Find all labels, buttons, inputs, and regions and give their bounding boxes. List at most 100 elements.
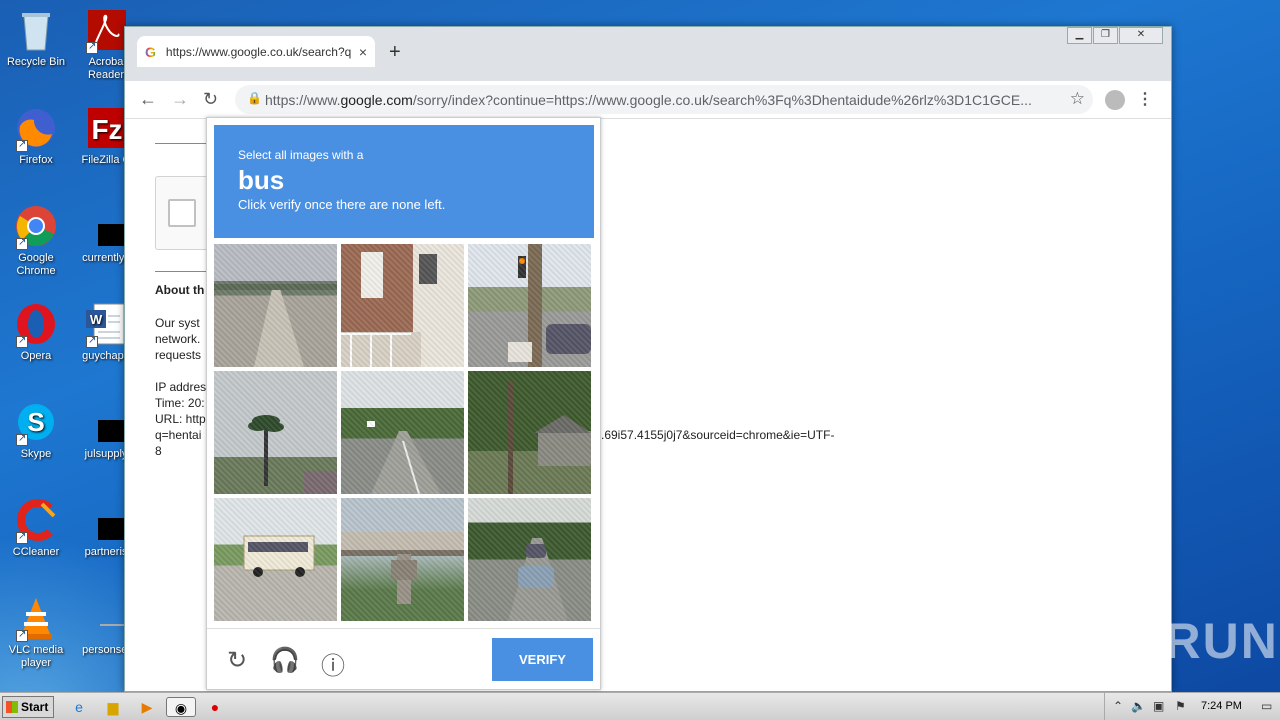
captcha-tile[interactable] — [341, 371, 464, 494]
shortcut-arrow-icon — [86, 334, 98, 348]
url-tail-text: .69i57.4155j0j7&sourceid=chrome&ie=UTF- — [601, 428, 835, 442]
image-grid — [214, 244, 592, 621]
minimize-icon[interactable]: ▁ — [1067, 27, 1092, 44]
desktop-icon-ccleaner[interactable]: CCleaner — [2, 498, 70, 559]
skype-icon: S — [14, 400, 58, 446]
desktop-icon-label: Google Chrome — [16, 252, 56, 277]
redacted-icon — [84, 498, 138, 542]
desktop-icon-label: Firefox — [19, 154, 53, 166]
captcha-tile[interactable] — [214, 498, 337, 621]
recaptcha-checkbox[interactable] — [168, 199, 196, 227]
svg-text:W: W — [90, 312, 103, 327]
shortcut-arrow-icon — [16, 530, 28, 544]
shortcut-arrow-icon — [16, 628, 28, 642]
captcha-tile[interactable] — [214, 244, 337, 367]
chrome-icon — [14, 204, 58, 250]
lock-icon: 🔒 — [247, 91, 262, 105]
google-favicon-icon: G — [145, 43, 156, 60]
address-bar[interactable]: 🔒 https://www.google.com/sorry/index?con… — [235, 85, 1093, 114]
new-tab-button[interactable]: + — [389, 41, 401, 64]
redacted-icon — [84, 596, 136, 640]
firefox-icon — [14, 106, 58, 152]
media-player-icon[interactable]: ▶ — [136, 697, 158, 717]
shortcut-arrow-icon — [16, 334, 28, 348]
tab-close-icon[interactable]: × — [359, 44, 367, 60]
filezilla-icon: Fz — [84, 106, 128, 150]
anyrun-watermark: ANY RUN — [1038, 613, 1279, 669]
desktop-icon-skype[interactable]: S Skype — [2, 400, 70, 461]
captcha-tile[interactable] — [468, 371, 591, 494]
challenge-header: Select all images with a bus Click verif… — [214, 125, 594, 238]
opera-icon — [14, 302, 58, 348]
verify-button[interactable]: VERIFY — [492, 638, 593, 681]
window-controls: ▁ ❐ ✕ — [1066, 27, 1163, 44]
audio-challenge-icon[interactable]: 🎧 — [270, 646, 300, 675]
target-object: bus — [238, 165, 285, 195]
ie-icon[interactable]: e — [68, 697, 90, 717]
action-center-flag-icon[interactable]: ⚑ — [1175, 699, 1186, 713]
url-path: /sorry/index?continue=https://www.google… — [412, 91, 1032, 108]
desktop-icon-chrome[interactable]: Google Chrome — [2, 204, 70, 278]
desktop-icon-recycle-bin[interactable]: Recycle Bin — [2, 8, 70, 69]
desktop-icon-label: VLC media player — [8, 644, 64, 669]
browser-tab[interactable]: G https://www.google.co.uk/search?q × — [137, 36, 375, 67]
network-icon[interactable]: ▣ — [1153, 699, 1164, 713]
bookmark-star-icon[interactable]: ☆ — [1070, 89, 1085, 109]
reload-challenge-icon[interactable]: ↻ — [222, 646, 252, 675]
vlc-icon — [14, 596, 58, 642]
chrome-taskbar-icon[interactable]: ◉ — [166, 697, 196, 717]
svg-text:Fz: Fz — [91, 114, 122, 145]
browser-toolbar: ← → ↻ 🔒 https://www.google.com/sorry/ind… — [125, 81, 1171, 119]
shortcut-arrow-icon — [16, 138, 28, 152]
captcha-tile[interactable] — [341, 244, 464, 367]
url-host: google.com — [340, 91, 413, 108]
about-heading: About th — [155, 283, 205, 297]
desktop-icon-label: Opera — [20, 350, 52, 362]
acrobat-icon — [84, 8, 128, 54]
url-scheme: https://www. — [265, 91, 341, 108]
desktop-icon-label: Skype — [20, 448, 52, 460]
recycle-bin-icon — [14, 8, 58, 52]
kebab-menu-icon[interactable]: ⋮ — [1137, 89, 1153, 109]
captcha-tile[interactable] — [468, 244, 591, 367]
close-window-icon[interactable]: ✕ — [1119, 27, 1163, 44]
shortcut-arrow-icon — [16, 432, 28, 446]
start-button[interactable]: Start — [2, 696, 54, 718]
taskbar: Start e ▆ ▶ ◉ ● ⌃ 🔈 ▣ ⚑ 7:24 PM ▭ — [0, 692, 1280, 720]
tab-title: https://www.google.co.uk/search?q — [165, 44, 351, 59]
ccleaner-icon — [14, 498, 58, 544]
back-arrow-icon[interactable]: ← — [139, 89, 157, 110]
show-desktop-icon[interactable]: ▭ — [1261, 699, 1272, 713]
clock[interactable]: 7:24 PM — [1201, 700, 1242, 712]
profile-avatar-icon[interactable] — [1105, 90, 1125, 110]
info-icon[interactable]: ⓘ — [318, 646, 348, 681]
explorer-folder-icon[interactable]: ▆ — [102, 697, 124, 717]
desktop-icon-label: Recycle Bin — [6, 56, 66, 68]
forward-arrow-icon[interactable]: → — [171, 89, 189, 110]
maximize-icon[interactable]: ❐ — [1093, 27, 1118, 44]
tab-strip: G https://www.google.co.uk/search?q × + … — [125, 27, 1171, 81]
shortcut-arrow-icon — [86, 40, 98, 54]
footer-divider — [207, 628, 600, 629]
instruction-text: Select all images with a — [238, 148, 364, 162]
redacted-icon — [84, 400, 138, 444]
captcha-tile[interactable] — [341, 498, 464, 621]
opera-taskbar-icon[interactable]: ● — [204, 697, 226, 717]
desktop-icon-vlc[interactable]: VLC media player — [2, 596, 70, 670]
desktop-icon-firefox[interactable]: Firefox — [2, 106, 70, 167]
recaptcha-challenge: Select all images with a bus Click verif… — [206, 117, 601, 690]
desktop-icon-opera[interactable]: Opera — [2, 302, 70, 363]
word-doc-icon: W — [84, 302, 128, 348]
shortcut-arrow-icon — [16, 236, 28, 250]
captcha-tile[interactable] — [468, 498, 591, 621]
system-tray: ⌃ 🔈 ▣ ⚑ 7:24 PM ▭ — [1104, 693, 1280, 720]
instruction-hint: Click verify once there are none left. — [238, 197, 446, 212]
redacted-icon — [84, 204, 138, 248]
volume-icon[interactable]: 🔈 — [1131, 699, 1146, 713]
captcha-tile[interactable] — [214, 371, 337, 494]
show-hidden-icons-icon[interactable]: ⌃ — [1113, 699, 1123, 713]
svg-text:S: S — [27, 407, 44, 437]
reload-icon[interactable]: ↻ — [203, 89, 218, 110]
desktop-icon-label: CCleaner — [12, 546, 60, 558]
address-bar-url: https://www.google.com/sorry/index?conti… — [265, 92, 1035, 108]
